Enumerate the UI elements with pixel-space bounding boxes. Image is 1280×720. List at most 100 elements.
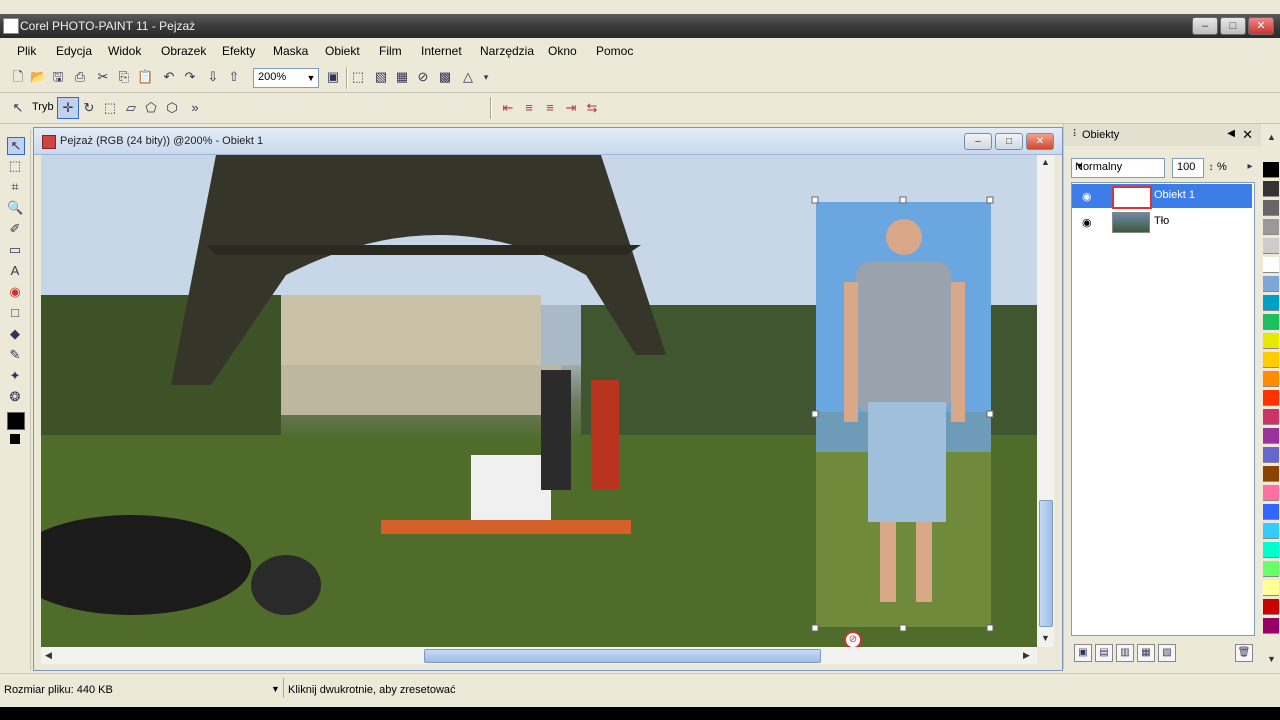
docker-menu-icon[interactable]: ◀ [1227, 128, 1235, 139]
export-icon[interactable]: ⇧ [226, 69, 242, 85]
vertical-scrollbar[interactable]: ▲ ▼ [1037, 155, 1054, 647]
palette-swatch[interactable] [1263, 599, 1279, 615]
palette-swatch[interactable] [1263, 162, 1279, 178]
arrange-backward-icon[interactable]: ≡ [542, 100, 558, 116]
image-sprayer-tool-icon[interactable]: ❂ [7, 389, 23, 405]
fullscreen-preview-icon[interactable]: ▣ [325, 69, 341, 85]
maximize-button[interactable]: □ [1220, 17, 1246, 35]
palette-swatch[interactable] [1263, 219, 1279, 235]
fill-tool-icon[interactable]: ◆ [7, 326, 23, 342]
print-icon[interactable]: ⎙ [72, 69, 88, 85]
palette-swatch[interactable] [1263, 181, 1279, 197]
more-tools-icon[interactable]: » [187, 100, 203, 116]
menu-obrazek[interactable]: Obrazek [161, 44, 206, 58]
palette-swatch[interactable] [1263, 238, 1279, 254]
object-marquee-icon[interactable]: ▧ [373, 69, 389, 85]
palette-swatch[interactable] [1263, 504, 1279, 520]
palette-swatch[interactable] [1263, 542, 1279, 558]
object-picker-icon[interactable]: ▦ [394, 69, 410, 85]
scroll-left-icon[interactable]: ◀ [45, 650, 52, 661]
zoom-tool-icon[interactable]: 🔍 [7, 200, 23, 216]
horizontal-scrollbar[interactable]: ◀ ▶ [41, 647, 1037, 664]
rectangle-mask-tool-icon[interactable]: ⬚ [7, 158, 23, 174]
docker-options-icon[interactable]: ▸ [1242, 159, 1258, 175]
menu-efekty[interactable]: Efekty [222, 44, 255, 58]
open-file-icon[interactable]: 📂 [30, 69, 46, 85]
arrange-reverse-icon[interactable]: ⇆ [584, 100, 600, 116]
mask-overlay-icon[interactable]: ⊘ [415, 69, 431, 85]
text-tool-icon[interactable]: A [7, 263, 23, 279]
scroll-right-icon[interactable]: ▶ [1023, 650, 1030, 661]
palette-swatch[interactable] [1263, 314, 1279, 330]
pick-tool-icon[interactable]: ↖ [10, 100, 26, 116]
red-eye-tool-icon[interactable]: ◉ [7, 284, 23, 300]
document-maximize-button[interactable]: □ [995, 133, 1023, 150]
docker-close-icon[interactable]: ✕ [1242, 127, 1253, 143]
palette-swatch[interactable] [1263, 447, 1279, 463]
rectangle-tool-icon[interactable]: □ [7, 305, 23, 321]
palette-swatch[interactable] [1263, 580, 1279, 596]
palette-scroll-down-icon[interactable]: ▼ [1267, 654, 1276, 664]
palette-swatch[interactable] [1263, 485, 1279, 501]
arrange-front-icon[interactable]: ⇤ [500, 100, 516, 116]
palette-swatch[interactable] [1263, 352, 1279, 368]
new-object-icon[interactable]: ▣ [1074, 644, 1092, 662]
document-close-button[interactable]: ✕ [1026, 133, 1054, 150]
menu-widok[interactable]: Widok [108, 44, 141, 58]
image-canvas[interactable]: ⊘ [41, 155, 1037, 647]
visibility-eye-icon[interactable]: ◉ [1082, 216, 1092, 229]
combine-objects-icon[interactable]: ▦ [1137, 644, 1155, 662]
menu-maska[interactable]: Maska [273, 44, 308, 58]
blend-mode-select[interactable]: Normalny ▼ [1071, 158, 1165, 178]
perspective-icon[interactable]: ⬡ [164, 100, 180, 116]
status-dropdown-icon[interactable]: ▼ [271, 684, 280, 694]
eyedropper-tool-icon[interactable]: ✐ [7, 221, 23, 237]
eraser-tool-icon[interactable]: ▭ [7, 242, 23, 258]
zoom-level-select[interactable]: 200% ▼ [253, 68, 319, 88]
menu-plik[interactable]: Plik [17, 44, 36, 58]
palette-swatch[interactable] [1263, 409, 1279, 425]
menu-internet[interactable]: Internet [421, 44, 462, 58]
menu-obiekt[interactable]: Obiekt [325, 44, 360, 58]
rotate-icon[interactable]: ↻ [81, 100, 97, 116]
close-button[interactable]: ✕ [1248, 17, 1274, 35]
palette-swatch[interactable] [1263, 371, 1279, 387]
menu-film[interactable]: Film [379, 44, 402, 58]
palette-swatch[interactable] [1263, 257, 1279, 273]
document-minimize-button[interactable]: – [964, 133, 992, 150]
palette-swatch[interactable] [1263, 428, 1279, 444]
new-file-icon[interactable]: 🗋 [10, 69, 26, 85]
minimize-button[interactable]: – [1192, 17, 1218, 35]
pick-tool-icon[interactable]: ↖ [7, 137, 25, 155]
paper-color-swatch[interactable] [10, 434, 20, 444]
redo-icon[interactable]: ↷ [182, 69, 198, 85]
palette-swatch[interactable] [1263, 390, 1279, 406]
import-icon[interactable]: ⇩ [205, 69, 221, 85]
copy-icon[interactable]: ⎘ [116, 69, 132, 85]
palette-swatch[interactable] [1263, 523, 1279, 539]
new-lens-icon[interactable]: ▤ [1095, 644, 1113, 662]
distort-icon[interactable]: ⬠ [143, 100, 159, 116]
mask-icon[interactable]: ⬚ [350, 69, 366, 85]
foreground-color-swatch[interactable] [7, 412, 25, 430]
launcher-dropdown-icon[interactable]: ▾ [478, 69, 494, 85]
palette-swatch[interactable] [1263, 466, 1279, 482]
create-clip-mask-icon[interactable]: ▥ [1116, 644, 1134, 662]
palette-swatch[interactable] [1263, 561, 1279, 577]
arrange-back-icon[interactable]: ⇥ [563, 100, 579, 116]
skew-icon[interactable]: ▱ [123, 100, 139, 116]
horizontal-scroll-thumb[interactable] [424, 649, 821, 663]
palette-swatch[interactable] [1263, 295, 1279, 311]
menu-pomoc[interactable]: Pomoc [596, 44, 633, 58]
menu-edycja[interactable]: Edycja [56, 44, 92, 58]
scroll-up-icon[interactable]: ▲ [1041, 157, 1050, 167]
opacity-input[interactable]: 100 [1172, 158, 1204, 178]
vertical-scroll-thumb[interactable] [1039, 500, 1053, 627]
paste-icon[interactable]: 📋 [137, 69, 153, 85]
palette-swatch[interactable] [1263, 200, 1279, 216]
scale-icon[interactable]: ⬚ [102, 100, 118, 116]
crop-tool-icon[interactable]: ⌗ [7, 179, 23, 195]
visibility-eye-icon[interactable]: ◉ [1082, 190, 1092, 203]
object-properties-icon[interactable]: ▧ [1158, 644, 1176, 662]
cut-icon[interactable]: ✂ [95, 69, 111, 85]
